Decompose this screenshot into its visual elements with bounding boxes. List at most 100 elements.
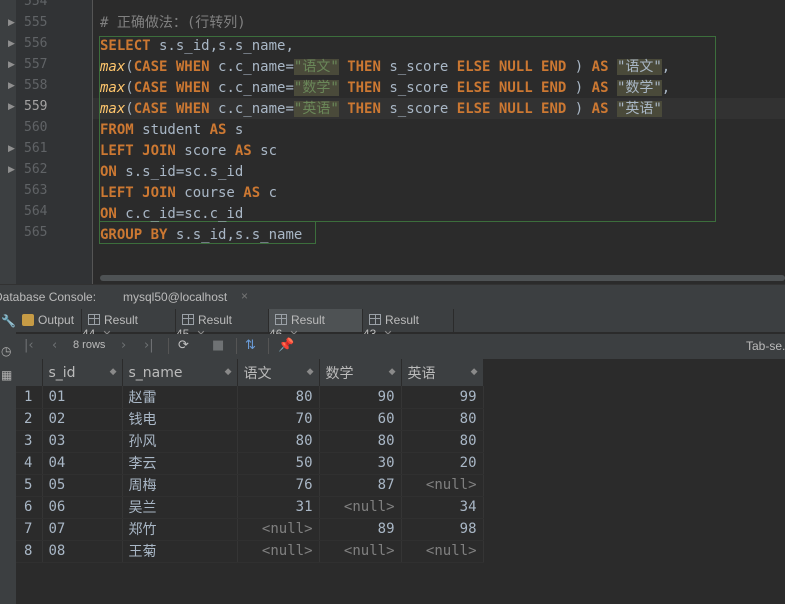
table-icon <box>182 314 194 325</box>
cell-s-name[interactable]: 王菊 <box>122 540 238 563</box>
run-arrow-icon[interactable]: ▶ <box>8 165 15 175</box>
run-arrow-icon[interactable]: ▶ <box>8 144 15 154</box>
course-table: course <box>175 185 244 201</box>
cell-score[interactable]: 80 <box>237 386 320 409</box>
code-line-565[interactable]: GROUP BY s.s_id,s.s_name <box>100 225 302 246</box>
code-line-555[interactable]: # 正确做法：(行转列) <box>100 13 246 34</box>
line-number: ▶ 559 <box>8 97 92 118</box>
prev-page-icon[interactable]: ‹ <box>52 338 57 353</box>
code-line-558[interactable]: max(CASE WHEN c.c_name="数学" THEN s_score… <box>100 78 670 99</box>
cell-score[interactable]: <null> <box>237 518 320 541</box>
table-row[interactable]: 4 04 李云 50 30 20 <box>16 452 484 475</box>
sql-editor[interactable]: 554 ▶ 555 ▶ 556 ▶ 557 ▶ 558 ▶ 559 560 ▶ 561 ▶ 562 563 564… <box>0 0 785 284</box>
cell-score[interactable]: 70 <box>237 408 320 431</box>
cell-s-name[interactable]: 赵雷 <box>122 386 238 409</box>
cell-s-name[interactable]: 吴兰 <box>122 496 238 519</box>
sort-icon[interactable]: ◆ <box>389 367 396 377</box>
column-header[interactable]: 英语 ◆ <box>401 359 484 386</box>
cell-score[interactable]: 30 <box>319 452 402 475</box>
cell-s-id[interactable]: 06 <box>42 496 123 519</box>
code-line-556[interactable]: SELECT s.s_id,s.s_name, <box>100 36 294 57</box>
code-line-559[interactable]: max(CASE WHEN c.c_name="英语" THEN s_score… <box>100 99 662 120</box>
run-arrow-icon[interactable]: ▶ <box>8 102 15 112</box>
first-page-icon[interactable]: |‹ <box>24 338 34 353</box>
cell-s-name[interactable]: 郑竹 <box>122 518 238 541</box>
cell-score[interactable]: <null> <box>319 496 402 519</box>
cell-s-id[interactable]: 08 <box>42 540 123 563</box>
cell-s-id[interactable]: 01 <box>42 386 123 409</box>
column-header[interactable]: 语文 ◆ <box>237 359 320 386</box>
column-header[interactable]: s_name ◆ <box>122 359 238 386</box>
stop-icon[interactable]: ■ <box>212 338 224 353</box>
export-format-select[interactable]: Tab-se. <box>746 339 785 353</box>
cell-score[interactable]: <null> <box>401 540 484 563</box>
clock-icon[interactable]: ◷ <box>1 345 14 358</box>
tab-output[interactable]: Output <box>16 309 82 332</box>
run-arrow-icon[interactable]: ▶ <box>8 81 15 91</box>
code-line-564[interactable]: ON c.c_id=sc.c_id <box>100 204 243 225</box>
cell-score[interactable]: 98 <box>401 518 484 541</box>
cell-score[interactable]: 87 <box>319 474 402 497</box>
cell-score[interactable]: 60 <box>319 408 402 431</box>
cell-score[interactable]: 20 <box>401 452 484 475</box>
pin-icon[interactable]: 📌 <box>278 338 294 353</box>
wrench-icon[interactable]: 🔧 <box>1 315 16 328</box>
cell-score[interactable]: <null> <box>319 540 402 563</box>
cell-score[interactable]: 89 <box>319 518 402 541</box>
code-line-563[interactable]: LEFT JOIN course AS c <box>100 183 277 204</box>
cell-score[interactable]: 80 <box>237 430 320 453</box>
table-row[interactable]: 2 02 钱电 70 60 80 <box>16 408 484 431</box>
cell-score[interactable]: 34 <box>401 496 484 519</box>
cell-score[interactable]: <null> <box>237 540 320 563</box>
run-arrow-icon[interactable]: ▶ <box>8 60 15 70</box>
tab-result-45[interactable]: Result 45✕ <box>176 309 269 341</box>
tab-result-44[interactable]: Result 44✕ <box>82 309 176 341</box>
transpose-icon[interactable]: ⇅ <box>245 338 256 353</box>
column-header[interactable]: s_id ◆ <box>42 359 123 386</box>
code-line-557[interactable]: max(CASE WHEN c.c_name="语文" THEN s_score… <box>100 57 670 78</box>
column-header[interactable]: 数学 ◆ <box>319 359 402 386</box>
cell-s-id[interactable]: 03 <box>42 430 123 453</box>
cell-s-id[interactable]: 05 <box>42 474 123 497</box>
grid-layout-icon[interactable]: ▦ <box>1 369 14 382</box>
cell-score[interactable]: 80 <box>319 430 402 453</box>
cell-score[interactable]: <null> <box>401 474 484 497</box>
cell-s-name[interactable]: 孙风 <box>122 430 238 453</box>
cell-s-name[interactable]: 李云 <box>122 452 238 475</box>
cell-s-id[interactable]: 04 <box>42 452 123 475</box>
code-line-560[interactable]: FROM student AS s <box>100 120 243 141</box>
refresh-icon[interactable]: ⟳ <box>178 338 189 353</box>
code-line-562[interactable]: ON s.s_id=sc.s_id <box>100 162 243 183</box>
last-page-icon[interactable]: ›| <box>144 338 154 353</box>
code-line-561[interactable]: LEFT JOIN score AS sc <box>100 141 277 162</box>
table-row[interactable]: 1 01 赵雷 80 90 99 <box>16 386 484 409</box>
table-row[interactable]: 5 05 周梅 76 87 <null> <box>16 474 484 497</box>
cell-score[interactable]: 76 <box>237 474 320 497</box>
cell-s-id[interactable]: 07 <box>42 518 123 541</box>
sort-icon[interactable]: ◆ <box>307 367 314 377</box>
sort-icon[interactable]: ◆ <box>471 367 478 377</box>
cell-score[interactable]: 80 <box>401 430 484 453</box>
table-row[interactable]: 6 06 吴兰 31 <null> 34 <box>16 496 484 519</box>
next-page-icon[interactable]: › <box>121 338 126 353</box>
sort-icon[interactable]: ◆ <box>110 367 117 377</box>
sort-icon[interactable]: ◆ <box>225 367 232 377</box>
cell-score[interactable]: 90 <box>319 386 402 409</box>
run-arrow-icon[interactable]: ▶ <box>8 39 15 49</box>
cell-score[interactable]: 31 <box>237 496 320 519</box>
cell-score[interactable]: 50 <box>237 452 320 475</box>
table-row[interactable]: 7 07 郑竹 <null> 89 98 <box>16 518 484 541</box>
close-icon[interactable]: × <box>241 289 248 303</box>
run-arrow-icon[interactable]: ▶ <box>8 18 15 28</box>
table-row[interactable]: 8 08 王菊 <null> <null> <null> <box>16 540 484 563</box>
cell-s-name[interactable]: 钱电 <box>122 408 238 431</box>
table-row[interactable]: 3 03 孙风 80 80 80 <box>16 430 484 453</box>
tab-result-46[interactable]: Result 46✕ <box>269 309 363 341</box>
cell-s-id[interactable]: 02 <box>42 408 123 431</box>
tab-result-43[interactable]: Result 43✕ <box>363 309 454 341</box>
cell-s-name[interactable]: 周梅 <box>122 474 238 497</box>
console-session-tab[interactable]: mysql50@localhost <box>123 290 227 304</box>
horizontal-scrollbar[interactable] <box>100 275 785 281</box>
cell-score[interactable]: 80 <box>401 408 484 431</box>
cell-score[interactable]: 99 <box>401 386 484 409</box>
